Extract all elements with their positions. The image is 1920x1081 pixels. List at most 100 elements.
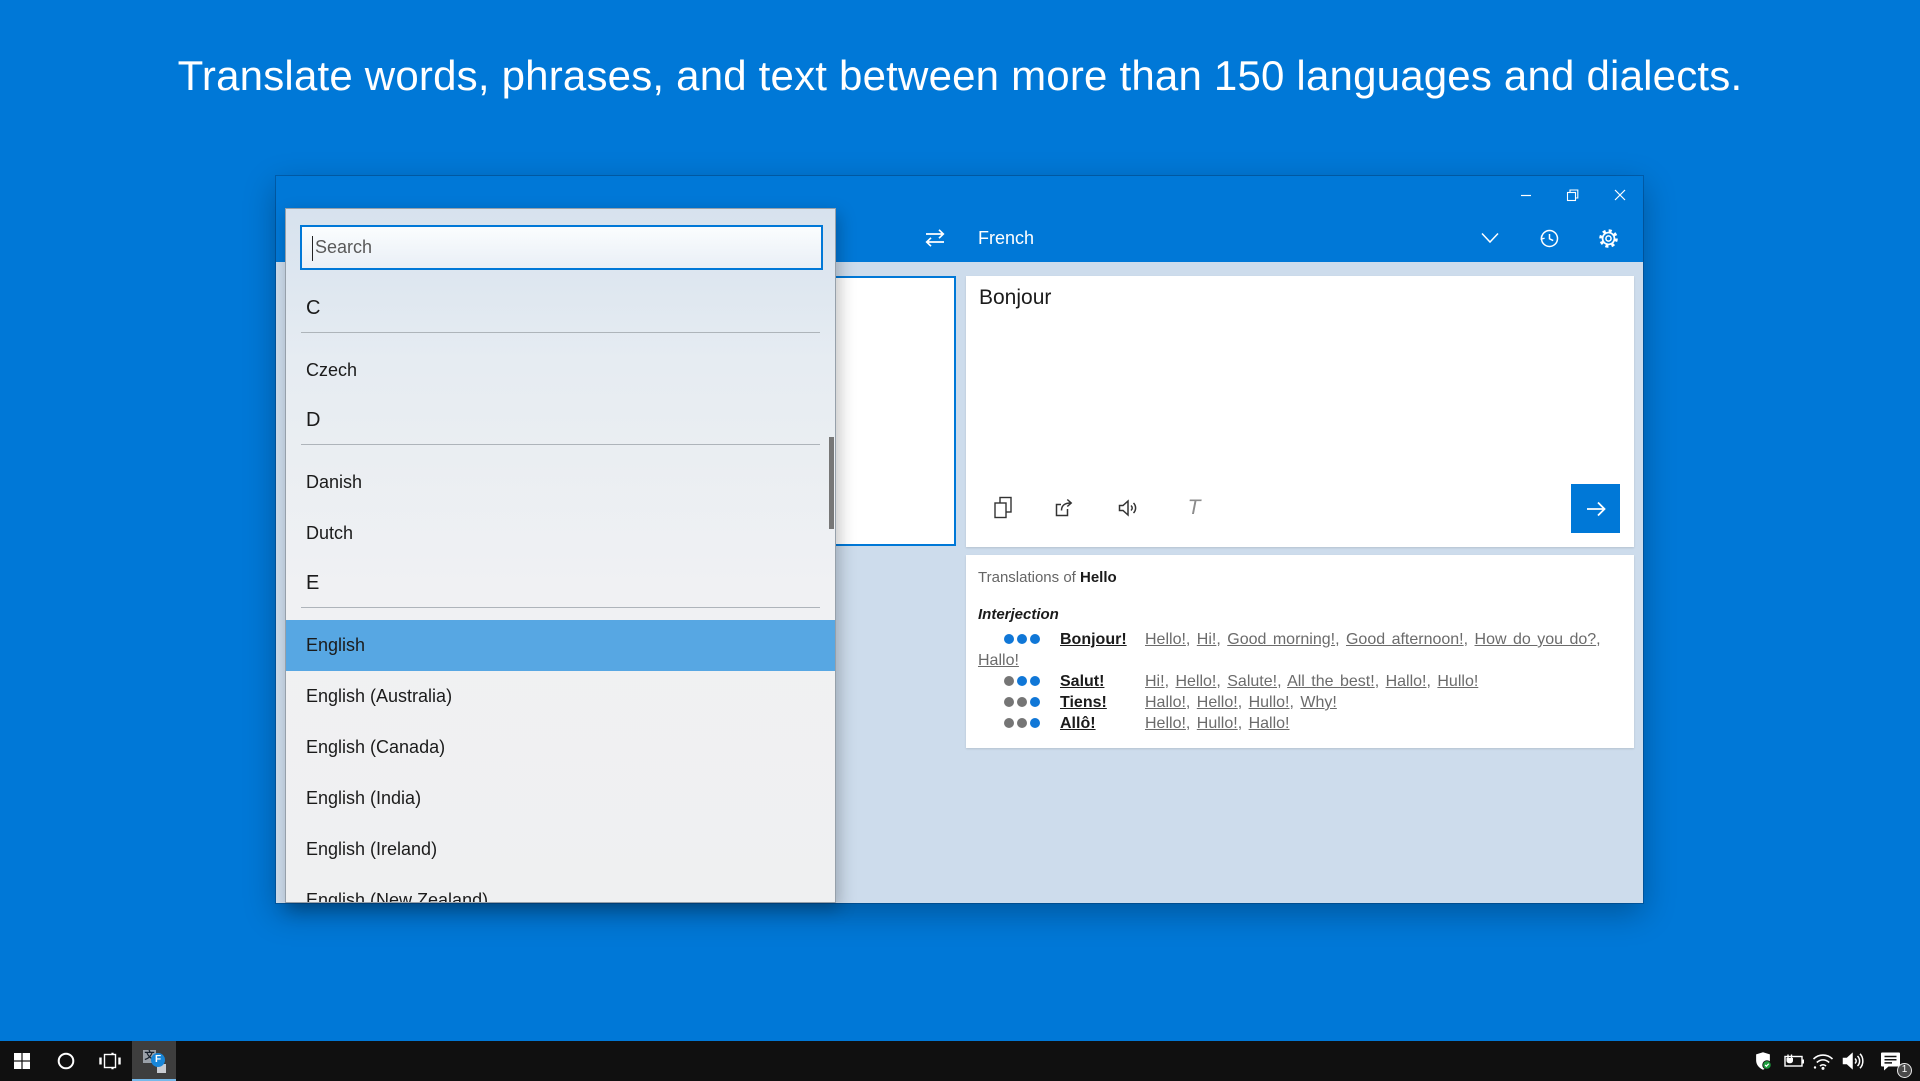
translations-panel: Translations of Hello Interjection Bonjo… xyxy=(966,555,1634,748)
share-button[interactable] xyxy=(1052,495,1078,521)
windows-logo-icon xyxy=(14,1053,30,1069)
equivalent-link[interactable]: Hallo! xyxy=(1145,694,1186,711)
task-view-icon xyxy=(99,1052,121,1070)
translation-term-link[interactable]: Tiens! xyxy=(1060,692,1145,713)
translation-entry: Allô! Hello!, Hullo!, Hallo! xyxy=(978,713,1610,734)
equivalent-link[interactable]: Why! xyxy=(1300,694,1336,711)
language-option[interactable]: English (Australia) xyxy=(286,671,835,722)
share-icon xyxy=(1055,498,1073,517)
minimize-icon xyxy=(1520,194,1531,197)
equivalent-link[interactable]: Hullo! xyxy=(1197,715,1238,732)
language-option[interactable]: Dutch xyxy=(286,508,835,559)
frequency-dots xyxy=(1004,629,1060,650)
language-search-box[interactable] xyxy=(300,225,823,270)
language-option[interactable]: English (New Zealand) xyxy=(286,875,835,902)
equivalent-link[interactable]: Good morning! xyxy=(1227,631,1335,648)
language-option[interactable]: English (Canada) xyxy=(286,722,835,773)
equivalent-link[interactable]: Hullo! xyxy=(1437,673,1478,690)
frequency-dots xyxy=(1004,671,1060,692)
equivalent-link[interactable]: Hello! xyxy=(1145,631,1186,648)
frequency-dot-gray xyxy=(1004,697,1014,707)
copy-button[interactable] xyxy=(990,495,1016,521)
translation-output-panel: Bonjour T xyxy=(966,276,1634,547)
equivalent-link[interactable]: Hi! xyxy=(1145,673,1165,690)
settings-gear-icon xyxy=(1598,228,1618,248)
translation-term-link[interactable]: Allô! xyxy=(1060,713,1145,734)
close-button[interactable] xyxy=(1596,176,1643,214)
taskbar-translator-app[interactable]: 文 F xyxy=(132,1041,176,1081)
language-dropdown-button[interactable] xyxy=(1470,218,1510,258)
comma-separator: , xyxy=(1216,631,1228,648)
settings-button[interactable] xyxy=(1588,218,1628,258)
language-option[interactable]: English xyxy=(286,620,835,671)
minimize-button[interactable] xyxy=(1502,176,1549,214)
translation-entry: Bonjour! Hello!, Hi!, Good morning!, Good… xyxy=(978,629,1610,671)
start-button[interactable] xyxy=(0,1041,44,1081)
equivalent-link[interactable]: How do you do? xyxy=(1475,631,1597,648)
equivalent-link[interactable]: Hallo! xyxy=(978,652,1019,669)
equivalent-link[interactable]: Hallo! xyxy=(1386,673,1427,690)
defender-shield-icon xyxy=(1756,1052,1772,1070)
translation-term-link[interactable]: Salut! xyxy=(1060,671,1145,692)
equivalent-link[interactable]: All the best! xyxy=(1287,673,1375,690)
dropdown-scrollbar-thumb[interactable] xyxy=(829,437,834,529)
comma-separator: , xyxy=(1164,673,1176,690)
frequency-dot-blue xyxy=(1030,634,1040,644)
frequency-dots xyxy=(1004,692,1060,713)
translations-prefix: Translations of xyxy=(978,569,1076,586)
volume-tray-button[interactable] xyxy=(1838,1041,1868,1081)
cortana-button[interactable] xyxy=(44,1041,88,1081)
equivalent-link[interactable]: Hello! xyxy=(1145,715,1186,732)
equivalent-link[interactable]: Hello! xyxy=(1197,694,1238,711)
restore-button[interactable] xyxy=(1549,176,1596,214)
frequency-dot-gray xyxy=(1017,718,1027,728)
equivalent-link[interactable]: Salute! xyxy=(1227,673,1277,690)
defender-tray-button[interactable] xyxy=(1748,1041,1778,1081)
translations-word: Hello xyxy=(1080,569,1117,586)
font-style-icon: T xyxy=(1187,496,1201,519)
comma-separator: , xyxy=(1277,673,1288,690)
history-button[interactable] xyxy=(1529,218,1569,258)
equivalent-link[interactable]: Hello! xyxy=(1175,673,1216,690)
frequency-dot-blue xyxy=(1030,676,1040,686)
notification-badge: 1 xyxy=(1897,1063,1912,1078)
chevron-down-icon xyxy=(1481,232,1499,244)
frequency-dot-gray xyxy=(1004,718,1014,728)
comma-separator: , xyxy=(1216,673,1228,690)
equivalents-list: Hello!, Hullo!, Hallo! xyxy=(1145,715,1290,732)
swap-languages-button[interactable] xyxy=(915,218,955,258)
translation-entry: Tiens! Hallo!, Hello!, Hullo!, Why! xyxy=(978,692,1610,713)
comma-separator: , xyxy=(1237,715,1249,732)
frequency-dot-gray xyxy=(1004,676,1014,686)
history-icon xyxy=(1540,229,1559,248)
language-option[interactable]: Danish xyxy=(286,457,835,508)
comma-separator: , xyxy=(1185,715,1197,732)
marketing-headline: Translate words, phrases, and text betwe… xyxy=(177,52,1743,99)
equivalent-link[interactable]: Good afternoon! xyxy=(1346,631,1464,648)
wifi-tray-button[interactable] xyxy=(1808,1041,1838,1081)
language-group-header: D xyxy=(286,396,835,445)
battery-tray-button[interactable] xyxy=(1778,1041,1808,1081)
language-option[interactable]: Czech xyxy=(286,345,835,396)
translated-text[interactable]: Bonjour xyxy=(979,286,1051,310)
task-view-button[interactable] xyxy=(88,1041,132,1081)
language-option[interactable]: English (Ireland) xyxy=(286,824,835,875)
language-search-input[interactable] xyxy=(302,227,821,268)
translation-term-link[interactable]: Bonjour! xyxy=(1060,629,1145,650)
language-option[interactable]: English (India) xyxy=(286,773,835,824)
speak-button[interactable] xyxy=(1115,495,1141,521)
speaker-icon xyxy=(1118,499,1137,517)
language-list: C Czech D Danish Dutch E English English (Austr… xyxy=(286,270,835,902)
copy-icon xyxy=(994,496,1012,519)
translator-window: French Bonjour T Translations of Hello I… xyxy=(276,176,1643,903)
font-style-button[interactable]: T xyxy=(1181,495,1207,521)
translate-button[interactable] xyxy=(1571,484,1620,533)
equivalent-link[interactable]: Hullo! xyxy=(1249,694,1290,711)
action-center-button[interactable]: 1 xyxy=(1868,1041,1914,1081)
equivalent-link[interactable]: Hallo! xyxy=(1249,715,1290,732)
comma-separator: , xyxy=(1596,631,1601,648)
frequency-dot-blue xyxy=(1030,697,1040,707)
target-language-label[interactable]: French xyxy=(978,214,1034,262)
frequency-dot-blue xyxy=(1017,634,1027,644)
equivalent-link[interactable]: Hi! xyxy=(1197,631,1217,648)
